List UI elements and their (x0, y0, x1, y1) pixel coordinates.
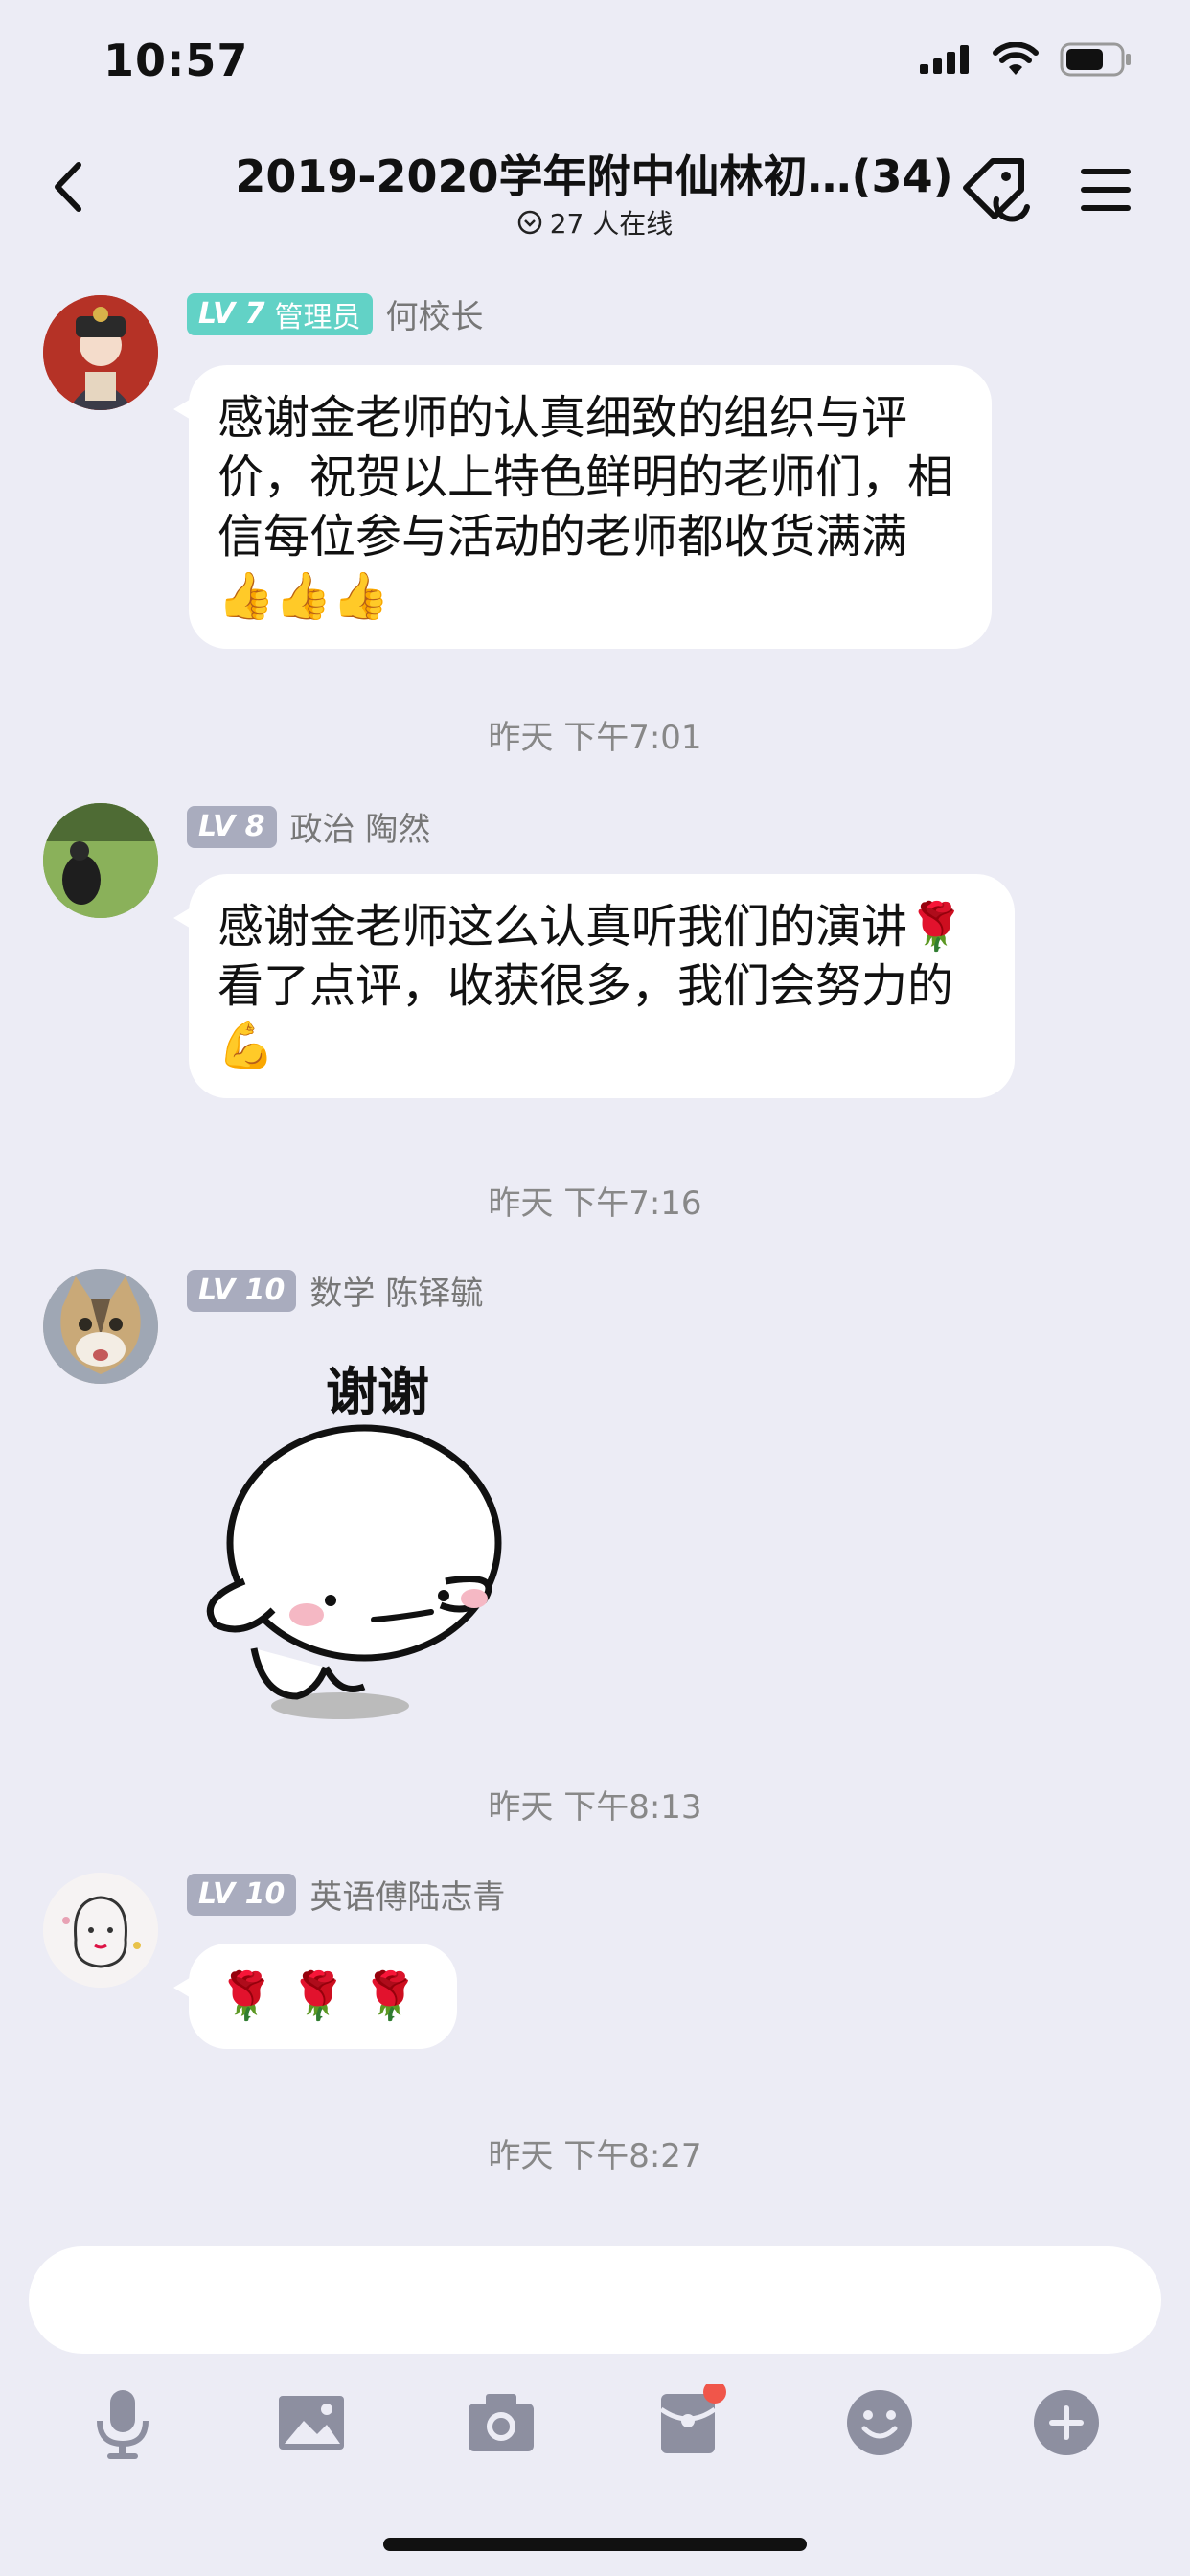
sticker-message[interactable]: 谢谢 (196, 1342, 532, 1725)
mic-icon[interactable] (84, 2384, 161, 2461)
role-text: 管理员 (274, 300, 361, 334)
sender-info: LV 7 管理员 何校长 (187, 290, 484, 337)
avatar[interactable] (43, 295, 158, 410)
message-bubble[interactable]: 感谢金老师这么认真听我们的演讲🌹看了点评，收获很多，我们会努力的💪 (173, 874, 1015, 1098)
online-count: 27 人在线 (549, 208, 674, 240)
chat-title[interactable]: 2019-2020学年附中仙林初…(34) (134, 142, 1054, 205)
signal-icon (920, 45, 969, 74)
avatar[interactable] (43, 1873, 158, 1988)
status-bar: 10:57 (0, 0, 1190, 125)
avatar-figure-icon (43, 295, 158, 410)
sticker-character-icon (206, 1424, 502, 1719)
message-bubble[interactable]: 感谢金老师的认真细致的组织与评价，祝贺以上特色鲜明的老师们，相信每位参与活动的老… (173, 365, 992, 649)
tag-icon[interactable] (958, 153, 1039, 230)
avatar-cat-icon (43, 1269, 158, 1384)
time-label: 昨天 下午7:16 (488, 1184, 702, 1223)
sender-name: 政治 陶然 (289, 811, 431, 849)
message-bubble[interactable]: 🌹 🌹 🌹 (173, 1944, 457, 2049)
sender-name: 英语傅陆志青 (309, 1878, 506, 1917)
status-icons (920, 42, 1133, 77)
avatar[interactable] (43, 1269, 158, 1384)
camera-icon[interactable] (463, 2384, 539, 2461)
sender-info: LV 10 数学 陈铎毓 (187, 1267, 483, 1314)
input-area (0, 2221, 1190, 2576)
time-label: 昨天 下午8:27 (488, 2137, 702, 2175)
image-icon[interactable] (273, 2384, 350, 2461)
sender-name: 数学 陈铎毓 (309, 1275, 484, 1313)
time-label: 昨天 下午7:01 (488, 719, 702, 757)
nav-bar: 2019-2020学年附中仙林初…(34) 27 人在线 (0, 125, 1190, 254)
time-label: 昨天 下午8:13 (488, 1788, 702, 1827)
level-badge: LV 7 管理员 (187, 292, 373, 335)
red-packet-icon[interactable] (652, 2384, 728, 2461)
sender-info: LV 8 政治 陶然 (187, 803, 430, 850)
plus-icon[interactable] (1028, 2384, 1105, 2461)
message-input[interactable] (29, 2246, 1161, 2354)
emoji-icon[interactable] (841, 2384, 918, 2461)
level-badge: LV 8 (187, 805, 277, 848)
sender-info: LV 10 英语傅陆志青 (187, 1871, 505, 1918)
chevron-down-circle-icon (517, 210, 541, 235)
input-toolbar (0, 2365, 1190, 2471)
status-time: 10:57 (103, 34, 249, 86)
menu-icon[interactable] (1075, 159, 1136, 220)
wifi-icon (993, 42, 1039, 75)
battery-icon (1060, 42, 1131, 77)
level-text: LV 7 (198, 297, 265, 331)
avatar-photo-icon (43, 803, 158, 918)
level-badge: LV 10 (187, 1269, 297, 1312)
avatar-girl-icon (43, 1873, 158, 1988)
home-indicator (383, 2538, 807, 2551)
avatar[interactable] (43, 803, 158, 918)
sender-name: 何校长 (385, 298, 484, 336)
level-badge: LV 10 (187, 1873, 297, 1916)
